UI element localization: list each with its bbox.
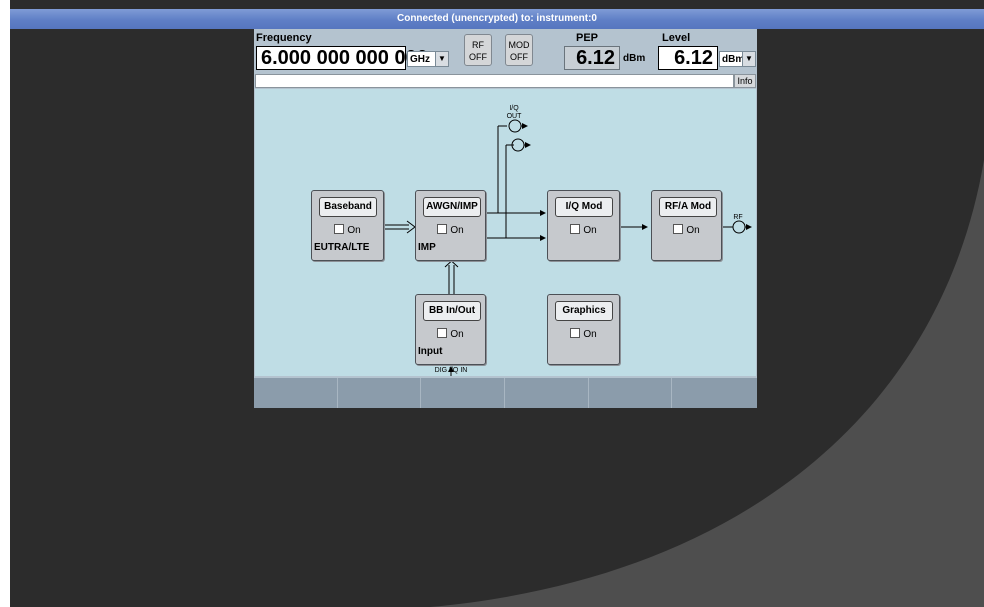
- rf-a-mod-button[interactable]: RF/A Mod: [659, 197, 717, 217]
- info-button[interactable]: Info: [734, 74, 756, 88]
- frequency-unit-label: GHz: [410, 54, 430, 65]
- checkbox-icon: [437, 224, 448, 234]
- awgn-imp-mode-label: IMP: [418, 242, 436, 253]
- baseband-button[interactable]: Baseband: [319, 197, 377, 217]
- softkey-1[interactable]: [254, 378, 338, 408]
- frequency-value: 6.000 000 000 000: [261, 47, 428, 69]
- graphics-on-checkbox[interactable]: On: [548, 328, 619, 340]
- chevron-down-icon: ▼: [435, 52, 448, 66]
- softkey-3[interactable]: [421, 378, 505, 408]
- iq-mod-on-checkbox[interactable]: On: [548, 224, 619, 236]
- rf-a-mod-on-checkbox[interactable]: On: [652, 224, 721, 236]
- bb-in-out-on-checkbox[interactable]: On: [416, 328, 485, 340]
- dig-iq-in-label: DIG I/Q IN: [434, 367, 468, 374]
- checkbox-icon: [334, 224, 345, 234]
- rf-a-mod-on-label: On: [686, 225, 700, 236]
- rf-connector-label: RF: [733, 214, 743, 221]
- bb-in-out-mode-label: Input: [418, 346, 443, 357]
- checkbox-icon: [673, 224, 684, 234]
- rf-button-label: RF: [472, 40, 484, 50]
- softkey-bar: [254, 378, 757, 408]
- iq-mod-on-label: On: [583, 225, 597, 236]
- bb-in-out-on-label: On: [450, 329, 464, 340]
- iq-mod-block[interactable]: I/Q Mod On: [547, 190, 620, 261]
- mod-button-label: MOD: [508, 40, 530, 50]
- frequency-unit-select[interactable]: GHz ▼: [407, 51, 449, 67]
- pep-field: 6.12: [564, 46, 620, 70]
- pep-label: PEP: [576, 32, 599, 44]
- level-field[interactable]: 6.12: [658, 46, 718, 70]
- mod-button-state: OFF: [510, 52, 528, 62]
- iq-out-label: I/Q OUT: [504, 105, 524, 121]
- checkbox-icon: [570, 224, 581, 234]
- softkey-6[interactable]: [672, 378, 757, 408]
- level-label: Level: [662, 32, 691, 44]
- awgn-imp-on-checkbox[interactable]: On: [416, 224, 485, 236]
- rf-a-mod-block[interactable]: RF/A Mod On: [651, 190, 722, 261]
- level-unit-label: dBm: [722, 54, 745, 65]
- checkbox-icon: [437, 328, 448, 338]
- iq-out-label-line2: OUT: [506, 113, 522, 120]
- graphics-block[interactable]: Graphics On: [547, 294, 620, 365]
- chevron-down-icon: ▼: [742, 52, 755, 66]
- baseband-standard-label: EUTRA/LTE: [314, 242, 370, 253]
- rf-toggle-button[interactable]: RF OFF: [464, 34, 492, 66]
- bb-in-out-button[interactable]: BB In/Out: [423, 301, 481, 321]
- frequency-field[interactable]: 6.000 000 000 000: [256, 46, 428, 70]
- desktop-background: Connected (unencrypted) to: instrument:0…: [10, 0, 984, 607]
- baseband-block[interactable]: Baseband On EUTRA/LTE: [311, 190, 384, 261]
- baseband-on-label: On: [347, 225, 361, 236]
- awgn-imp-button[interactable]: AWGN/IMP: [423, 197, 481, 217]
- info-line: [255, 74, 734, 88]
- softkey-2[interactable]: [338, 378, 421, 408]
- bb-in-out-block[interactable]: BB In/Out On Input: [415, 294, 486, 365]
- frequency-label: Frequency: [256, 32, 312, 44]
- rf-button-state: OFF: [469, 52, 487, 62]
- connection-title-bar: Connected (unencrypted) to: instrument:0: [10, 9, 984, 29]
- baseband-on-checkbox[interactable]: On: [312, 224, 383, 236]
- softkey-5[interactable]: [589, 378, 672, 408]
- pep-value: 6.12: [576, 47, 615, 69]
- iq-mod-button[interactable]: I/Q Mod: [555, 197, 613, 217]
- softkey-4[interactable]: [505, 378, 589, 408]
- level-unit-select[interactable]: dBm ▼: [719, 51, 756, 67]
- level-value: 6.12: [674, 47, 713, 69]
- graphics-button[interactable]: Graphics: [555, 301, 613, 321]
- iq-out-label-line1: I/Q: [509, 105, 519, 112]
- pep-unit: dBm: [623, 53, 646, 64]
- instrument-panel: Frequency 6.000 000 000 000 GHz ▼ RF OFF…: [254, 29, 757, 408]
- checkbox-icon: [570, 328, 581, 338]
- awgn-imp-on-label: On: [450, 225, 464, 236]
- graphics-on-label: On: [583, 329, 597, 340]
- awgn-imp-block[interactable]: AWGN/IMP On IMP: [415, 190, 486, 261]
- mod-toggle-button[interactable]: MOD OFF: [505, 34, 533, 66]
- block-diagram: I/Q OUT RF DIG I/Q IN Baseband On EUTRA/…: [255, 89, 756, 376]
